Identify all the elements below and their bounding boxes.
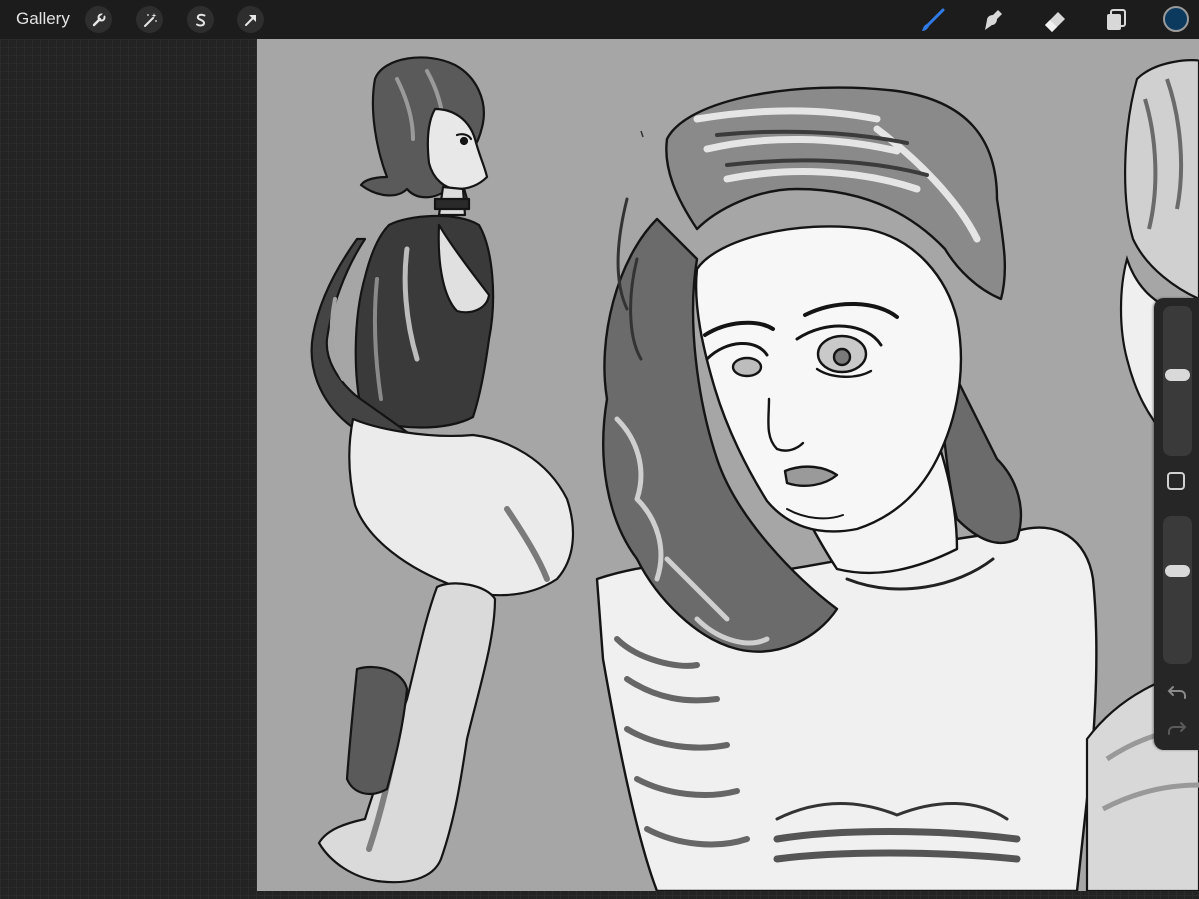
full-body-figure-sketch — [310, 56, 575, 884]
brush-size-thumb[interactable] — [1165, 368, 1190, 381]
top-toolbar: Gallery — [0, 0, 1199, 39]
redo-button[interactable] — [1166, 718, 1188, 738]
artwork-sketch — [310, 56, 1199, 891]
color-picker-button[interactable] — [1163, 6, 1189, 32]
stray-mark — [640, 130, 644, 138]
eraser-icon — [1045, 12, 1065, 32]
adjustments-button[interactable] — [136, 6, 163, 33]
brush-size-slider[interactable] — [1163, 306, 1192, 456]
layers-button[interactable] — [1101, 5, 1131, 35]
arrow-transform-icon — [244, 14, 256, 26]
smudge-icon — [985, 10, 1002, 30]
selection-button[interactable] — [187, 6, 214, 33]
selection-s-icon — [195, 13, 205, 26]
eraser-tool-button[interactable] — [1040, 5, 1070, 35]
brush-icon — [922, 8, 945, 31]
brush-opacity-thumb[interactable] — [1165, 564, 1190, 577]
brush-sidebar — [1154, 298, 1199, 750]
wrench-icon — [92, 12, 105, 26]
actions-wrench-button[interactable] — [85, 6, 112, 33]
redo-icon — [1168, 722, 1187, 735]
gallery-button[interactable]: Gallery — [16, 9, 70, 29]
brush-opacity-slider[interactable] — [1163, 516, 1192, 664]
magic-wand-icon — [143, 12, 157, 27]
modify-square-icon[interactable] — [1167, 472, 1185, 490]
portrait-sketch — [595, 86, 1098, 891]
undo-icon — [1167, 686, 1186, 699]
smudge-tool-button[interactable] — [978, 5, 1008, 35]
transform-button[interactable] — [237, 6, 264, 33]
undo-button[interactable] — [1166, 682, 1188, 702]
brush-tool-button[interactable] — [918, 5, 948, 35]
drawing-canvas[interactable] — [257, 39, 1199, 891]
layers-icon — [1107, 9, 1126, 30]
